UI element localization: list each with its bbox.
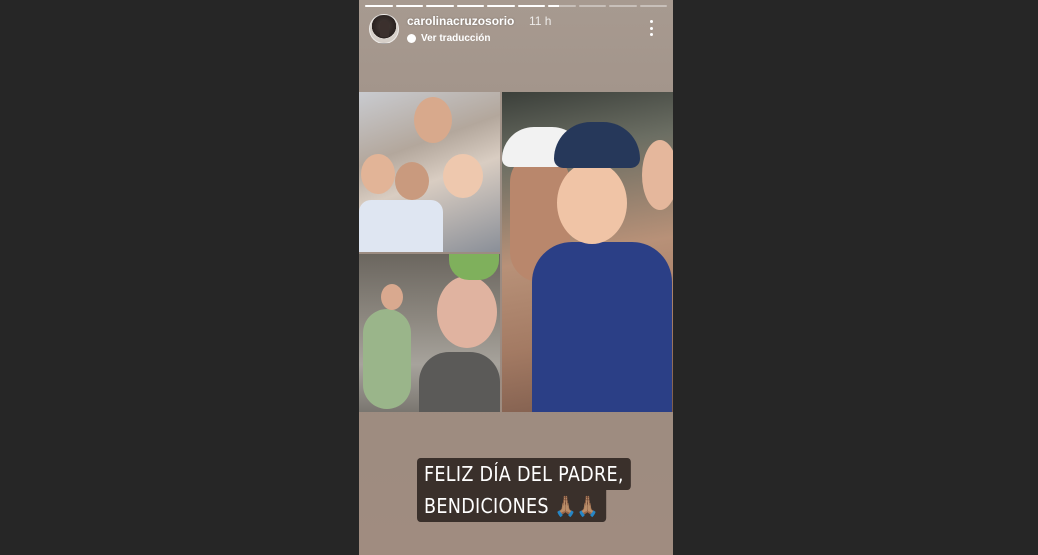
- progress-segment: [639, 5, 667, 7]
- story-header: carolinacruzosorio 11 h Ver traducción: [369, 14, 663, 48]
- progress-segment: [395, 5, 423, 7]
- progress-segment: [365, 5, 393, 7]
- story-viewer[interactable]: carolinacruzosorio 11 h Ver traducción F…: [359, 0, 673, 555]
- progress-segment: [548, 5, 576, 7]
- profile-avatar[interactable]: [369, 14, 399, 44]
- progress-segment: [578, 5, 606, 7]
- username[interactable]: carolinacruzosorio: [407, 14, 514, 28]
- family-photo-3: [359, 254, 500, 412]
- progress-segment: [517, 5, 545, 7]
- story-progress-bar: [365, 5, 667, 7]
- family-photo-2: [502, 92, 673, 412]
- translate-button[interactable]: Ver traducción: [407, 31, 490, 45]
- story-caption: FELIZ DÍA DEL PADRE, BENDICIONES 🙏🏽🙏🏽: [417, 458, 660, 522]
- progress-segment: [487, 5, 515, 7]
- caption-line-1: FELIZ DÍA DEL PADRE,: [417, 458, 631, 490]
- photo-collage: [359, 92, 673, 412]
- more-options-icon[interactable]: [645, 20, 657, 36]
- progress-segment: [426, 5, 454, 7]
- progress-segment: [609, 5, 637, 7]
- family-photo-1: [359, 92, 500, 252]
- progress-segment: [456, 5, 484, 7]
- caption-line-2: BENDICIONES 🙏🏽🙏🏽: [417, 490, 607, 522]
- post-time: 11 h: [529, 14, 552, 28]
- translate-icon: [407, 33, 416, 43]
- avatar-person-silhouette: [380, 21, 389, 37]
- translate-label: Ver traducción: [421, 32, 491, 44]
